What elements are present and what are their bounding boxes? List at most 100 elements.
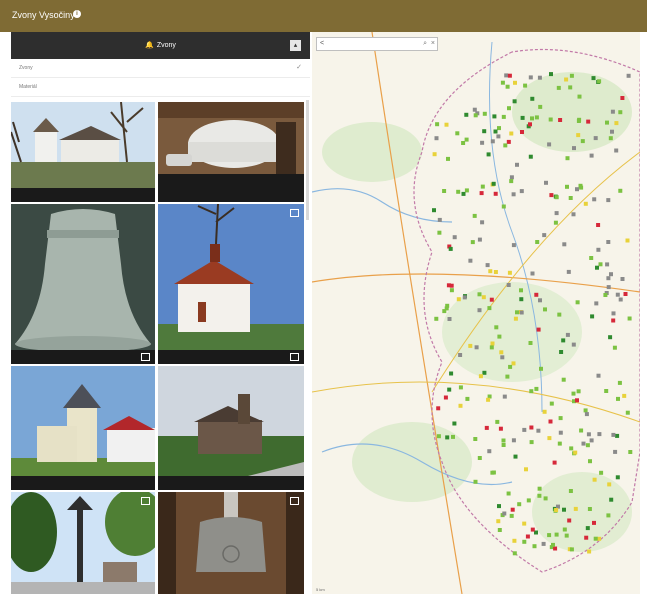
- bell-marker[interactable]: [432, 152, 437, 157]
- bell-marker[interactable]: [451, 434, 455, 439]
- photo-tile[interactable]: [11, 492, 155, 594]
- bell-marker[interactable]: [477, 237, 482, 242]
- bell-marker[interactable]: [576, 119, 581, 123]
- bell-marker[interactable]: [530, 527, 535, 532]
- bell-marker[interactable]: [618, 297, 623, 302]
- bell-marker[interactable]: [562, 507, 566, 512]
- bell-marker[interactable]: [472, 213, 477, 218]
- bell-marker[interactable]: [529, 440, 534, 445]
- bell-marker[interactable]: [539, 366, 543, 371]
- bell-marker[interactable]: [557, 441, 562, 446]
- bell-marker[interactable]: [615, 292, 620, 297]
- bell-marker[interactable]: [489, 297, 494, 302]
- bell-marker[interactable]: [509, 513, 514, 518]
- bell-marker[interactable]: [506, 283, 511, 287]
- bell-marker[interactable]: [586, 119, 591, 124]
- bell-marker[interactable]: [559, 350, 564, 354]
- bell-marker[interactable]: [573, 506, 578, 511]
- bell-marker[interactable]: [596, 373, 601, 378]
- bell-marker[interactable]: [544, 180, 548, 185]
- bell-marker[interactable]: [575, 300, 580, 305]
- bell-marker[interactable]: [490, 341, 495, 346]
- bell-marker[interactable]: [543, 496, 548, 501]
- bell-marker[interactable]: [593, 136, 598, 141]
- bell-marker[interactable]: [510, 507, 515, 512]
- bell-marker[interactable]: [547, 533, 552, 538]
- bell-marker[interactable]: [596, 223, 601, 227]
- photo-tile[interactable]: [158, 102, 304, 202]
- bell-marker[interactable]: [529, 389, 534, 394]
- bell-marker[interactable]: [605, 120, 609, 125]
- bell-marker[interactable]: [557, 312, 562, 317]
- bell-marker[interactable]: [592, 197, 597, 202]
- close-icon[interactable]: ×: [431, 38, 435, 50]
- bell-marker[interactable]: [592, 477, 597, 482]
- bell-marker[interactable]: [491, 470, 496, 475]
- bell-marker[interactable]: [447, 317, 452, 321]
- bell-marker[interactable]: [604, 389, 609, 393]
- bell-marker[interactable]: [571, 212, 576, 217]
- bell-marker[interactable]: [566, 269, 571, 274]
- bell-marker[interactable]: [538, 104, 543, 109]
- bell-marker[interactable]: [452, 235, 457, 240]
- bell-marker[interactable]: [614, 121, 619, 126]
- bell-marker[interactable]: [452, 421, 457, 426]
- bell-marker[interactable]: [569, 73, 574, 78]
- bell-marker[interactable]: [575, 398, 579, 403]
- map-search-box[interactable]: < ⌕ ×: [316, 37, 438, 51]
- bell-marker[interactable]: [596, 247, 601, 252]
- collapse-button[interactable]: ▴: [290, 40, 301, 51]
- bell-marker[interactable]: [589, 256, 594, 260]
- bell-marker[interactable]: [462, 295, 467, 300]
- bell-marker[interactable]: [567, 518, 572, 523]
- bell-marker[interactable]: [493, 191, 498, 196]
- bell-marker[interactable]: [599, 470, 604, 475]
- bell-marker[interactable]: [547, 436, 552, 441]
- bell-marker[interactable]: [448, 246, 453, 251]
- bell-marker[interactable]: [493, 129, 498, 134]
- bell-marker[interactable]: [509, 175, 514, 180]
- bell-marker[interactable]: [461, 141, 466, 145]
- bell-marker[interactable]: [553, 220, 558, 225]
- expand-icon[interactable]: [290, 209, 299, 217]
- expand-icon[interactable]: [141, 497, 150, 505]
- bell-marker[interactable]: [511, 438, 516, 443]
- bell-marker[interactable]: [488, 269, 493, 274]
- bell-marker[interactable]: [447, 387, 452, 392]
- bell-marker[interactable]: [509, 179, 514, 184]
- bell-marker[interactable]: [524, 467, 528, 472]
- bell-marker[interactable]: [587, 507, 592, 511]
- bell-marker[interactable]: [588, 459, 592, 464]
- bell-marker[interactable]: [534, 292, 539, 297]
- bell-marker[interactable]: [585, 443, 590, 448]
- bell-marker[interactable]: [615, 475, 620, 480]
- bell-marker[interactable]: [565, 332, 570, 337]
- bell-marker[interactable]: [519, 189, 524, 194]
- bell-marker[interactable]: [564, 77, 569, 82]
- photo-tile[interactable]: [11, 102, 155, 202]
- bell-marker[interactable]: [528, 341, 533, 345]
- bell-marker[interactable]: [575, 187, 579, 192]
- bell-marker[interactable]: [528, 154, 533, 159]
- bell-marker[interactable]: [501, 443, 506, 447]
- bell-marker[interactable]: [487, 306, 492, 311]
- bell-marker[interactable]: [477, 308, 482, 313]
- bell-marker[interactable]: [606, 285, 611, 290]
- bell-marker[interactable]: [487, 449, 492, 454]
- bell-marker[interactable]: [473, 479, 478, 484]
- bell-marker[interactable]: [586, 432, 591, 437]
- bell-marker[interactable]: [569, 547, 574, 552]
- bell-marker[interactable]: [627, 316, 632, 321]
- bell-marker[interactable]: [513, 80, 517, 85]
- bell-marker[interactable]: [554, 211, 559, 216]
- photo-tile[interactable]: [158, 204, 304, 364]
- bell-marker[interactable]: [464, 137, 469, 142]
- bell-marker[interactable]: [573, 450, 578, 455]
- expand-icon[interactable]: [290, 353, 299, 361]
- bell-marker[interactable]: [541, 541, 546, 546]
- bell-marker[interactable]: [565, 156, 570, 161]
- bell-marker[interactable]: [571, 342, 576, 347]
- bell-marker[interactable]: [568, 489, 573, 493]
- bell-marker[interactable]: [480, 140, 485, 145]
- bell-marker[interactable]: [528, 75, 533, 80]
